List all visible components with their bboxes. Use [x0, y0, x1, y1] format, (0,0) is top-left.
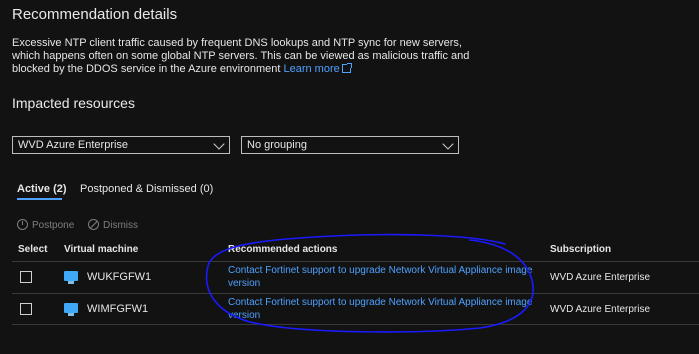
recommendation-description: Excessive NTP client traffic caused by f…: [12, 37, 487, 76]
table-row: WIMFGFW1 Contact Fortinet support to upg…: [0, 294, 699, 325]
description-text: Excessive NTP client traffic caused by f…: [12, 37, 470, 75]
chevron-down-icon: [442, 138, 454, 150]
subscription-cell: WVD Azure Enterprise: [550, 272, 651, 283]
recommended-action-link[interactable]: Contact Fortinet support to upgrade Netw…: [228, 264, 538, 290]
learn-more-link[interactable]: Learn more: [283, 63, 352, 75]
subscription-cell: WVD Azure Enterprise: [550, 304, 651, 315]
tab-postponed-dismissed[interactable]: Postponed & Dismissed (0): [80, 183, 213, 195]
recommended-action-link[interactable]: Contact Fortinet support to upgrade Netw…: [228, 296, 538, 322]
column-header-subscription[interactable]: Subscription: [550, 244, 611, 255]
dismiss-icon: [88, 219, 99, 230]
learn-more-label: Learn more: [283, 63, 340, 75]
row-select-checkbox[interactable]: [20, 271, 32, 283]
dismiss-label: Dismiss: [103, 220, 138, 231]
table-row: WUKFGFW1 Contact Fortinet support to upg…: [0, 262, 699, 293]
row-divider: [12, 324, 699, 325]
subscription-dropdown-value: WVD Azure Enterprise: [18, 139, 129, 151]
column-header-select: Select: [18, 244, 48, 255]
subscription-dropdown[interactable]: WVD Azure Enterprise: [12, 136, 230, 154]
impacted-resources-title: Impacted resources: [12, 95, 135, 111]
vm-name: WIMFGFW1: [87, 303, 149, 315]
virtual-machine-icon: [64, 271, 78, 284]
vm-name: WUKFGFW1: [87, 271, 152, 283]
virtual-machine-icon: [64, 303, 78, 316]
postpone-button[interactable]: Postpone: [17, 219, 74, 231]
active-tab-indicator: [17, 198, 62, 200]
chevron-down-icon: [213, 138, 225, 150]
recommendation-details-title: Recommendation details: [12, 6, 178, 23]
tab-active[interactable]: Active (2): [17, 183, 67, 195]
clock-icon: [17, 219, 28, 230]
grouping-dropdown-value: No grouping: [247, 139, 307, 151]
external-link-icon: [341, 63, 352, 73]
recommendation-panel: Recommendation details Excessive NTP cli…: [0, 0, 699, 354]
postpone-label: Postpone: [32, 220, 75, 231]
grouping-dropdown[interactable]: No grouping: [241, 136, 459, 154]
column-header-recommended-actions[interactable]: Recommended actions: [228, 244, 337, 255]
row-select-checkbox[interactable]: [20, 303, 32, 315]
dismiss-button[interactable]: Dismiss: [88, 219, 138, 231]
column-header-virtual-machine[interactable]: Virtual machine: [64, 244, 138, 255]
